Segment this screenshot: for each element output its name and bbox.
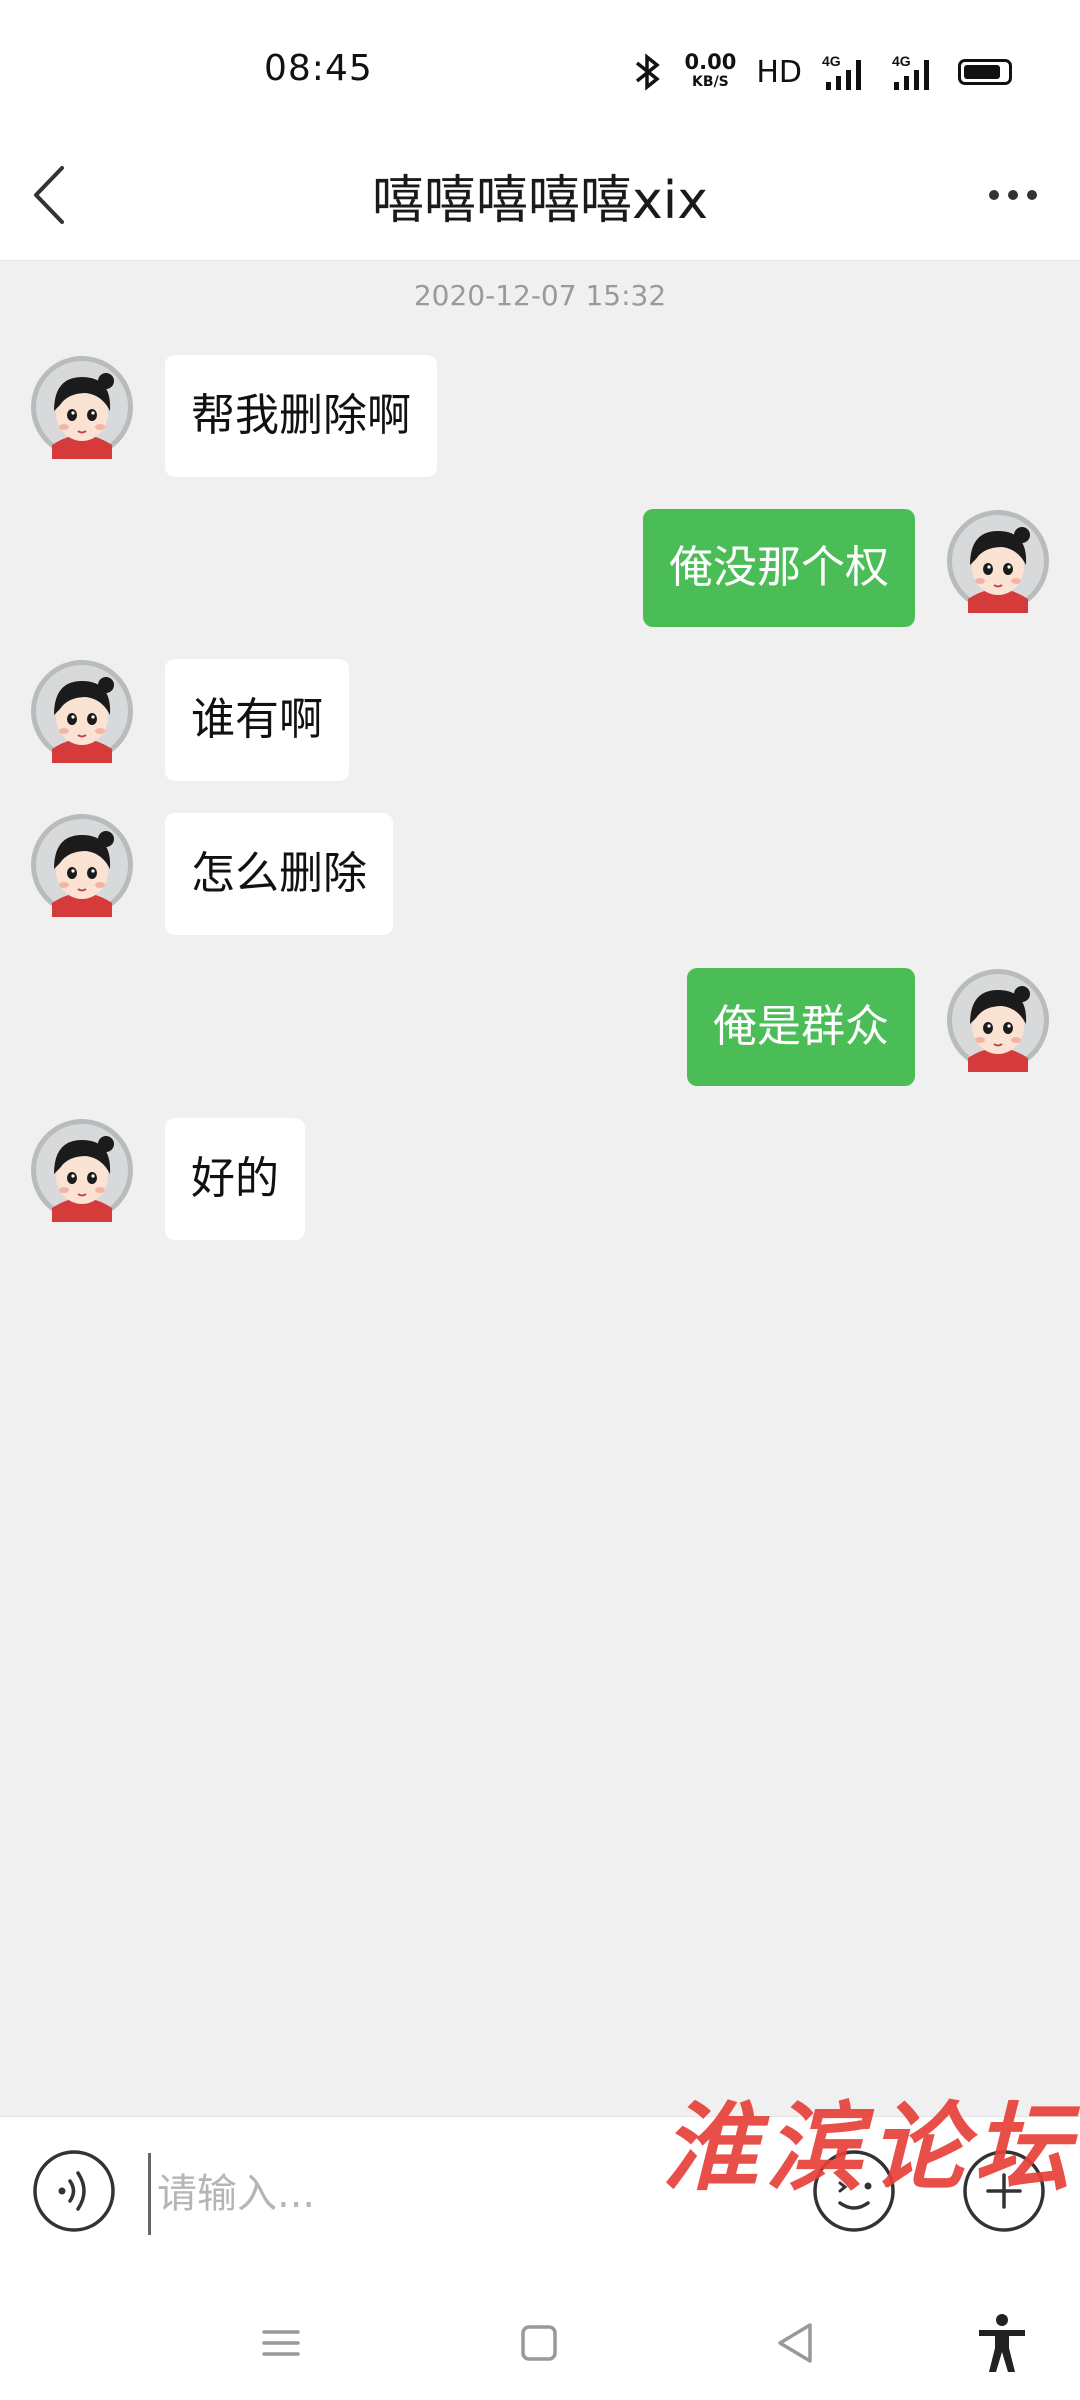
message-row-received: 怎么删除: [0, 813, 1080, 943]
status-bar: 08:45 0.00 KB/S HD 4G 4G: [0, 0, 1080, 130]
hd-indicator: HD: [756, 54, 802, 90]
message-bubble-received[interactable]: 帮我删除啊: [165, 355, 437, 477]
message-row-sent: 俺是群众: [0, 968, 1080, 1098]
message-bubble-sent[interactable]: 俺没那个权: [643, 509, 915, 627]
svg-text:4G: 4G: [892, 53, 911, 69]
message-row-received: 谁有啊: [0, 659, 1080, 789]
accessibility-icon: [979, 2314, 1025, 2372]
title-bar: 嘻嘻嘻嘻嘻xix: [0, 130, 1080, 261]
more-dot-icon: [1008, 190, 1018, 200]
status-icons: 0.00 KB/S HD 4G 4G: [631, 48, 1012, 96]
avatar[interactable]: [946, 509, 1050, 613]
signal-4g-icon: 4G: [892, 53, 929, 90]
net-speed: 0.00 KB/S: [685, 52, 737, 92]
net-speed-value: 0.00: [684, 50, 737, 74]
voice-icon: [58, 2171, 86, 2211]
chat-area[interactable]: 2020-12-07 15:32 帮我删除啊 俺没那个权 谁有啊 怎么删除 俺是…: [0, 261, 1080, 2116]
svg-text:4G: 4G: [822, 53, 841, 69]
message-bubble-sent[interactable]: 俺是群众: [687, 968, 915, 1086]
more-options-button[interactable]: [968, 150, 1058, 240]
message-bubble-received[interactable]: 谁有啊: [165, 659, 349, 781]
battery-icon: [958, 59, 1012, 85]
status-time: 08:45: [264, 48, 373, 89]
message-timestamp: 2020-12-07 15:32: [413, 279, 667, 312]
chat-title: 嘻嘻嘻嘻嘻xix: [372, 171, 708, 231]
avatar[interactable]: [30, 1118, 134, 1222]
signal-4g-icon: 4G: [822, 53, 861, 90]
home-button[interactable]: [504, 2308, 574, 2378]
more-dot-icon: [989, 190, 999, 200]
net-speed-unit: KB/S: [692, 74, 729, 90]
message-bubble-received[interactable]: 怎么删除: [165, 813, 393, 935]
avatar[interactable]: [946, 968, 1050, 1072]
back-triangle-icon: [778, 2323, 812, 2363]
avatar[interactable]: [30, 813, 134, 917]
avatar[interactable]: [30, 355, 134, 459]
message-row-received: 帮我删除啊: [0, 355, 1080, 485]
navigation-bar: [0, 2286, 1080, 2400]
menu-button[interactable]: [246, 2308, 316, 2378]
avatar[interactable]: [30, 659, 134, 763]
menu-icon: [262, 2330, 300, 2356]
bluetooth-icon: [635, 53, 660, 91]
message-bubble-received[interactable]: 好的: [165, 1118, 305, 1240]
home-icon: [521, 2325, 557, 2361]
message-row-sent: 俺没那个权: [0, 509, 1080, 639]
more-dot-icon: [1027, 190, 1037, 200]
voice-button[interactable]: [32, 2149, 116, 2233]
back-nav-button[interactable]: [760, 2308, 830, 2378]
message-row-received: 好的: [0, 1118, 1080, 1248]
watermark: 淮滨论坛: [662, 2091, 1078, 2204]
accessibility-button[interactable]: [967, 2308, 1037, 2378]
